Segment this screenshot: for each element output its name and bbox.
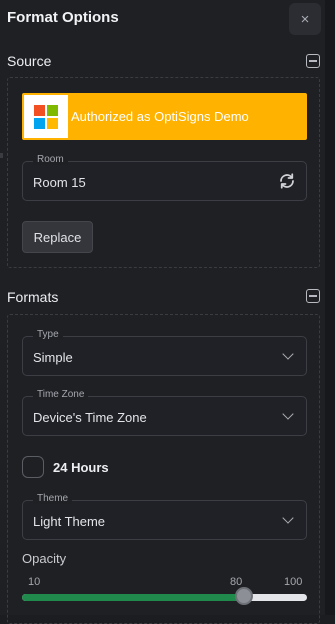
- source-collapse-icon[interactable]: [306, 54, 320, 68]
- 24-hours-checkbox[interactable]: [22, 456, 44, 478]
- timezone-label: Time Zone: [33, 389, 89, 400]
- 24-hours-label: 24 Hours: [53, 460, 109, 475]
- room-field[interactable]: Room Room 15: [22, 154, 307, 201]
- timezone-value: Device's Time Zone: [33, 410, 147, 425]
- background-strip: [325, 0, 335, 615]
- chevron-down-icon: [282, 408, 294, 420]
- close-icon: ×: [300, 10, 310, 28]
- opacity-slider-track[interactable]: [22, 594, 307, 601]
- room-value: Room 15: [33, 175, 86, 190]
- formats-section-title: Formats: [7, 289, 59, 305]
- edge-marker: [0, 153, 3, 158]
- panel-title: Format Options: [7, 9, 119, 26]
- microsoft-logo-icon: [24, 95, 68, 138]
- theme-select[interactable]: Theme Light Theme: [22, 493, 307, 540]
- authorized-text: Authorized as OptiSigns Demo: [71, 109, 249, 124]
- formats-collapse-icon[interactable]: [306, 289, 320, 303]
- room-label: Room: [33, 154, 68, 165]
- opacity-slider-fill: [22, 594, 245, 601]
- replace-button[interactable]: Replace: [22, 221, 93, 253]
- type-value: Simple: [33, 350, 73, 365]
- opacity-value-label: 80: [230, 576, 243, 588]
- timezone-select[interactable]: Time Zone Device's Time Zone: [22, 389, 307, 436]
- source-section-title: Source: [7, 53, 52, 69]
- theme-value: Light Theme: [33, 514, 106, 529]
- opacity-min-label: 10: [28, 576, 41, 588]
- theme-label: Theme: [33, 493, 73, 504]
- close-button[interactable]: ×: [289, 3, 321, 35]
- opacity-max-label: 100: [284, 576, 303, 588]
- opacity-label: Opacity: [22, 551, 67, 566]
- chevron-down-icon: [282, 512, 294, 524]
- authorized-banner[interactable]: Authorized as OptiSigns Demo: [22, 93, 307, 140]
- type-label: Type: [33, 329, 63, 340]
- refresh-icon[interactable]: [278, 172, 296, 190]
- chevron-down-icon: [282, 348, 294, 360]
- type-select[interactable]: Type Simple: [22, 329, 307, 376]
